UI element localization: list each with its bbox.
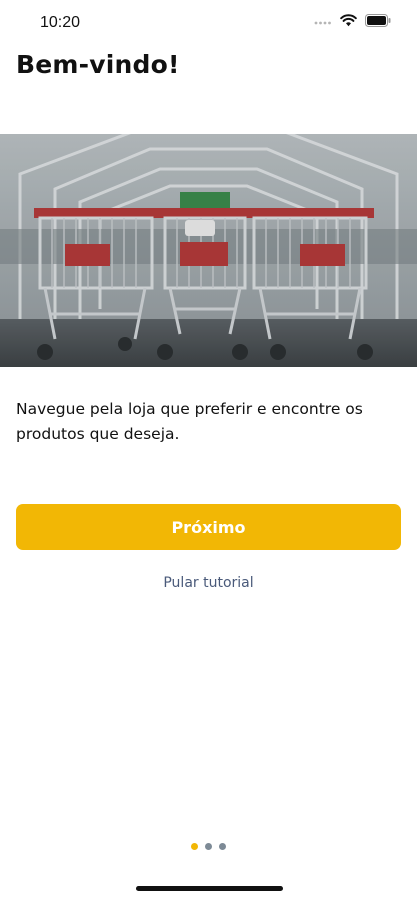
status-time: 10:20 (40, 14, 81, 31)
page-dot-2[interactable] (205, 843, 212, 850)
status-bar: 10:20 (0, 0, 417, 48)
hero-image (0, 134, 417, 367)
page-dot-1[interactable] (191, 843, 198, 850)
signal-dots-icon (314, 17, 332, 25)
status-icons (314, 14, 391, 27)
wifi-icon (340, 14, 357, 27)
onboarding-screen: 10:20 Bem-vindo! Navegue pela loja que p… (0, 0, 417, 900)
page-dot-3[interactable] (219, 843, 226, 850)
onboarding-description: Navegue pela loja que preferir e encontr… (16, 400, 363, 443)
page-title: Bem-vindo! (16, 50, 180, 79)
skip-tutorial-link[interactable]: Pular tutorial (0, 575, 417, 591)
page-indicator (0, 843, 417, 850)
battery-icon (365, 14, 391, 27)
next-button[interactable]: Próximo (16, 504, 401, 550)
home-indicator[interactable] (136, 886, 283, 891)
